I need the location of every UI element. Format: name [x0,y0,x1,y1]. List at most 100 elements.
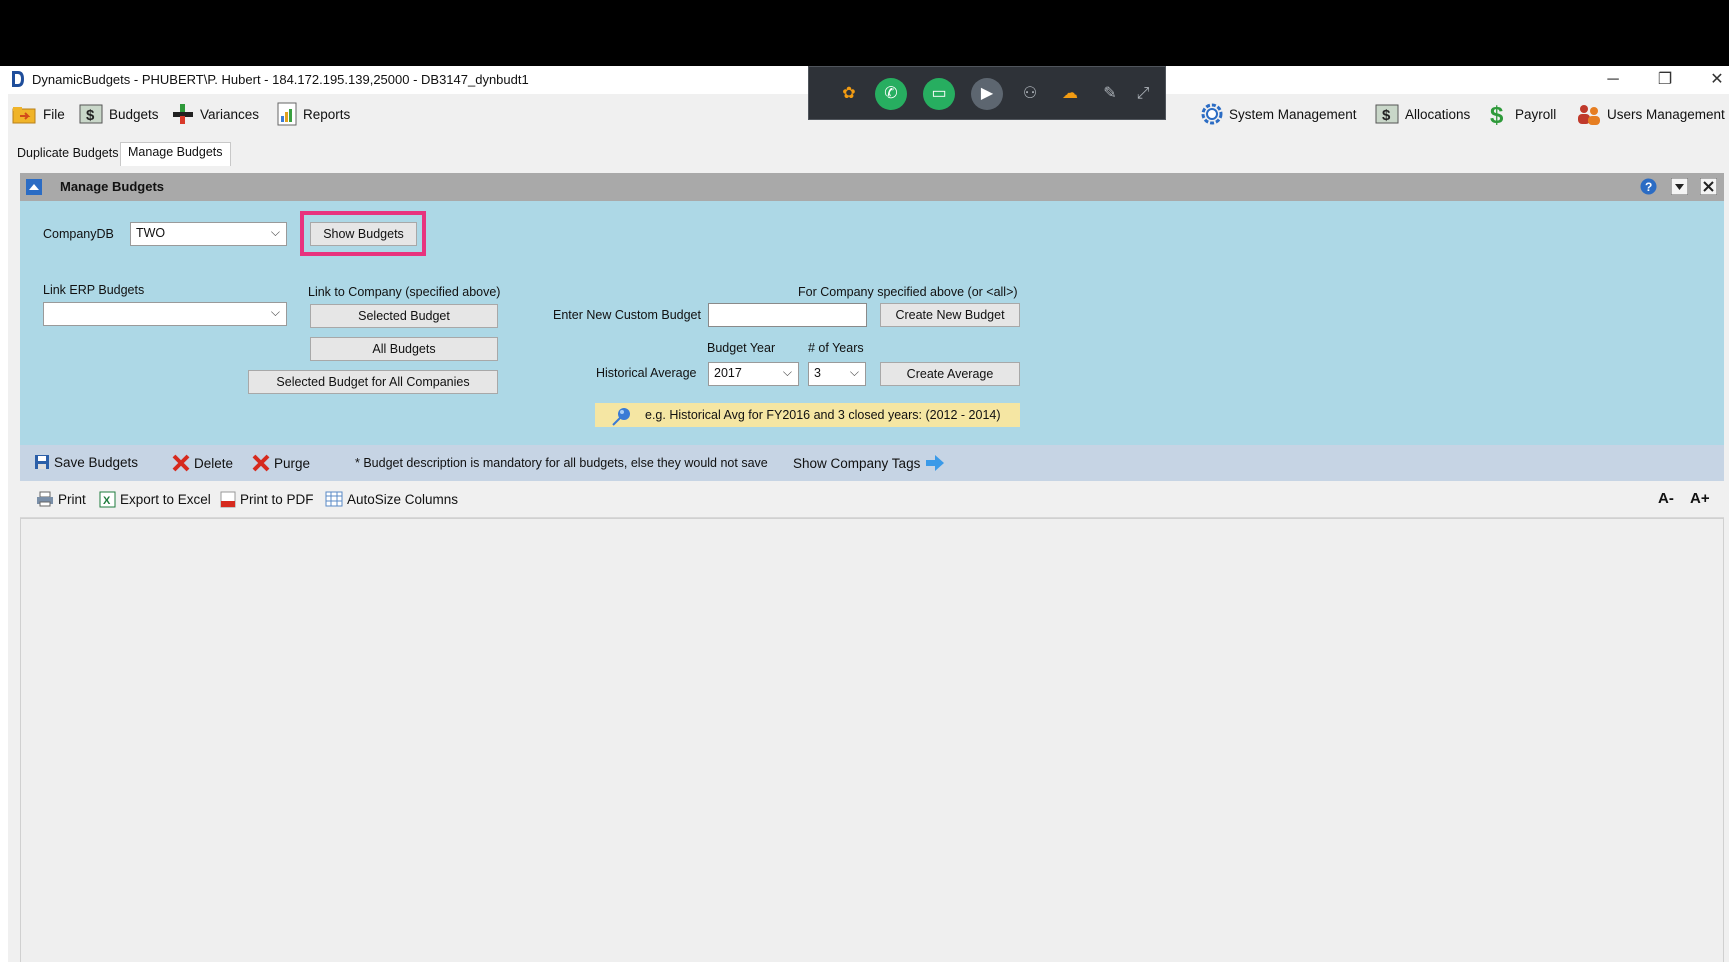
pin-icon [612,408,630,426]
dollar-doc-icon: $ [79,104,103,124]
printer-icon [37,491,53,507]
create-average-button[interactable]: Create Average [880,362,1020,386]
link-erp-label: Link ERP Budgets [43,283,145,297]
delete-button[interactable]: Delete [172,454,233,472]
purge-button[interactable]: Purge [252,454,310,472]
save-budgets-button[interactable]: Save Budgets [34,454,138,470]
excel-icon: X [99,491,116,508]
expand-icon[interactable]: ⤢ [1127,78,1159,110]
menu-variances[interactable]: Variances [171,102,259,126]
grid-toolbar: Print X Export to Excel Print to PDF Aut… [20,481,1724,518]
report-chart-icon [277,102,297,126]
num-years-value: 3 [814,366,821,380]
show-budgets-highlight [300,211,426,256]
menu-users-management[interactable]: Users Management [1576,102,1725,126]
create-new-budget-button[interactable]: Create New Budget [880,303,1020,327]
tab-manage-budgets[interactable]: Manage Budgets [120,142,231,166]
selected-budget-all-companies-button[interactable]: Selected Budget for All Companies [248,370,498,394]
print-pdf-label: Print to PDF [240,492,314,507]
all-budgets-button[interactable]: All Budgets [310,337,498,361]
budgets-grid[interactable] [20,518,1724,962]
font-increase-button[interactable]: A+ [1690,490,1710,507]
table-columns-icon [325,491,343,507]
dropdown-arrow-icon[interactable] [1671,178,1688,195]
participants-icon[interactable]: ⚇ [1014,78,1046,110]
close-window-button[interactable]: ✕ [1697,66,1729,94]
pen-icon[interactable]: ✎ [1094,78,1126,110]
for-company-label: For Company specified above (or <all>) [798,285,1018,299]
historical-average-label: Historical Average [596,366,697,380]
screen-share-icon[interactable]: ▭ [923,78,955,110]
purge-label: Purge [274,455,311,471]
historical-average-hint: e.g. Historical Avg for FY2016 and 3 clo… [595,403,1020,427]
window-title: DynamicBudgets - PHUBERT\P. Hubert - 184… [32,72,529,87]
link-erp-select[interactable]: ⌵ [43,302,287,326]
show-company-tags-label: Show Company Tags [793,455,921,471]
num-years-label: # of Years [808,341,864,355]
font-decrease-button[interactable]: A- [1658,490,1674,507]
svg-text:$: $ [86,107,95,124]
chevron-down-icon: ⌵ [782,365,792,379]
svg-text:$: $ [1382,107,1391,124]
tab-duplicate-budgets[interactable]: Duplicate Budgets [10,144,125,165]
video-camera-icon[interactable]: ▶ [971,78,1003,110]
enter-custom-budget-label: Enter New Custom Budget [553,308,701,322]
chevron-down-icon: ⌵ [849,365,859,379]
menu-reports-label: Reports [303,106,351,122]
menu-allocations-label: Allocations [1405,106,1471,122]
action-bar: Save Budgets Delete Purge * Budget descr… [20,445,1724,481]
companydb-value: TWO [136,226,166,240]
save-budgets-label: Save Budgets [54,454,139,470]
delete-label: Delete [194,455,234,471]
panel-header: Manage Budgets ? [20,173,1724,201]
print-button[interactable]: Print [36,491,86,507]
export-excel-button[interactable]: X Export to Excel [99,491,211,508]
autosize-columns-button[interactable]: AutoSize Columns [325,491,458,507]
menu-allocations[interactable]: $ Allocations [1374,102,1470,126]
folder-icon [12,107,36,124]
menu-users-management-label: Users Management [1607,106,1725,122]
budget-year-value: 2017 [714,366,742,380]
meeting-toolbar: ✿ ✆ ▭ ▶ ⚇ ☁ ✎ ⤢ [808,66,1166,120]
help-icon[interactable]: ? [1640,178,1657,195]
purge-x-icon [252,454,270,472]
budget-year-select[interactable]: 2017 ⌵ [708,362,799,386]
num-years-select[interactable]: 3 ⌵ [808,362,866,386]
menu-payroll[interactable]: $ Payroll [1488,102,1556,127]
close-panel-icon[interactable] [1700,178,1717,195]
delete-x-icon [172,454,190,472]
print-label: Print [58,491,86,507]
save-disk-icon [35,455,49,469]
show-company-tags-button[interactable]: Show Company Tags [793,454,946,472]
dollar-doc-icon: $ [1375,104,1399,124]
menu-file[interactable]: File [12,102,65,126]
menu-reports[interactable]: Reports [276,102,350,126]
gear-icon [1201,103,1223,125]
selected-budget-button[interactable]: Selected Budget [310,304,498,328]
app-logo-icon [12,71,24,87]
tab-strip: Duplicate Budgets Manage Budgets [8,134,1729,167]
minimize-button[interactable]: ─ [1593,66,1633,94]
export-excel-label: Export to Excel [120,492,211,507]
chevron-down-icon: ⌵ [270,225,280,239]
link-company-label: Link to Company (specified above) [308,285,501,299]
menu-system-management[interactable]: System Management [1200,102,1357,126]
companydb-label: CompanyDB [43,227,114,241]
menu-budgets[interactable]: $ Budgets [78,102,159,126]
collapse-up-icon[interactable] [26,179,42,195]
menu-file-label: File [43,106,65,122]
budget-year-label: Budget Year [707,341,776,355]
custom-budget-input[interactable] [708,303,867,327]
phone-icon[interactable]: ✆ [875,78,907,110]
restore-button[interactable]: ❐ [1645,66,1685,94]
chevron-down-icon: ⌵ [270,305,280,319]
svg-text:?: ? [1645,180,1652,194]
companydb-select[interactable]: TWO ⌵ [130,222,287,246]
print-pdf-button[interactable]: Print to PDF [220,491,314,508]
app-menu-icon[interactable]: ✿ [833,78,865,110]
chat-icon[interactable]: ☁ [1054,78,1086,110]
arrow-right-icon [926,455,945,471]
pdf-icon [220,491,236,508]
autosize-columns-label: AutoSize Columns [347,491,459,507]
menu-variances-label: Variances [200,106,260,122]
